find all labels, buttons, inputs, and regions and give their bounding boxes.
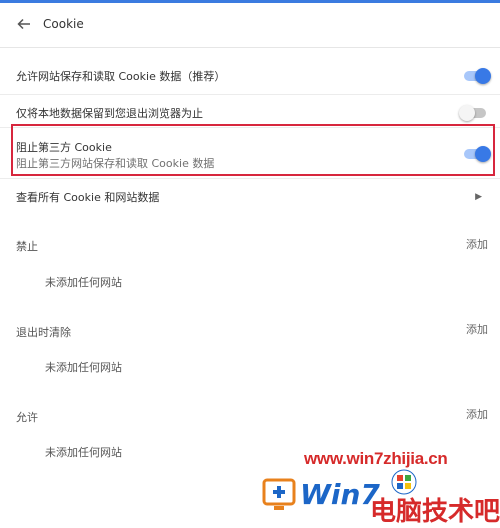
highlight-box xyxy=(11,124,495,176)
page-title: Cookie xyxy=(43,17,84,31)
svg-text:电脑技术吧: 电脑技术吧 xyxy=(370,497,500,527)
allow-cookies-toggle[interactable] xyxy=(464,68,491,84)
add-block-button[interactable]: 添加 xyxy=(466,236,488,252)
arrow-right-icon: ▶ xyxy=(475,192,482,202)
keep-local-toggle[interactable] xyxy=(459,105,486,121)
add-clear-on-exit-button[interactable]: 添加 xyxy=(466,321,488,337)
watermark-logo: Win7 电脑技术吧 xyxy=(262,469,500,527)
page-header: Cookie xyxy=(0,3,500,48)
setting-allow-cookies-label: 允许网站保存和读取 Cookie 数据（推荐） xyxy=(16,70,226,83)
toggle-knob xyxy=(475,68,491,84)
setting-keep-local-label: 仅将本地数据保留到您退出浏览器为止 xyxy=(16,107,203,120)
block-empty-text: 未添加任何网站 xyxy=(45,276,122,289)
see-all-cookies-label: 查看所有 Cookie 和网站数据 xyxy=(16,191,160,204)
back-arrow-icon[interactable] xyxy=(14,14,34,34)
setting-allow-cookies-row[interactable]: 允许网站保存和读取 Cookie 数据（推荐） xyxy=(0,48,500,95)
allow-empty-text: 未添加任何网站 xyxy=(45,446,122,459)
see-all-cookies-row[interactable]: 查看所有 Cookie 和网站数据 ▶ xyxy=(0,179,500,215)
section-title-clear-on-exit: 退出时清除 xyxy=(16,326,71,339)
watermark-url: www.win7zhijia.cn xyxy=(304,449,448,468)
svg-text:Win7: Win7 xyxy=(300,478,380,511)
toggle-knob xyxy=(459,105,475,121)
add-allow-button[interactable]: 添加 xyxy=(466,406,488,422)
clear-on-exit-empty-text: 未添加任何网站 xyxy=(45,361,122,374)
section-title-block: 禁止 xyxy=(16,240,38,253)
section-title-allow: 允许 xyxy=(16,411,38,424)
